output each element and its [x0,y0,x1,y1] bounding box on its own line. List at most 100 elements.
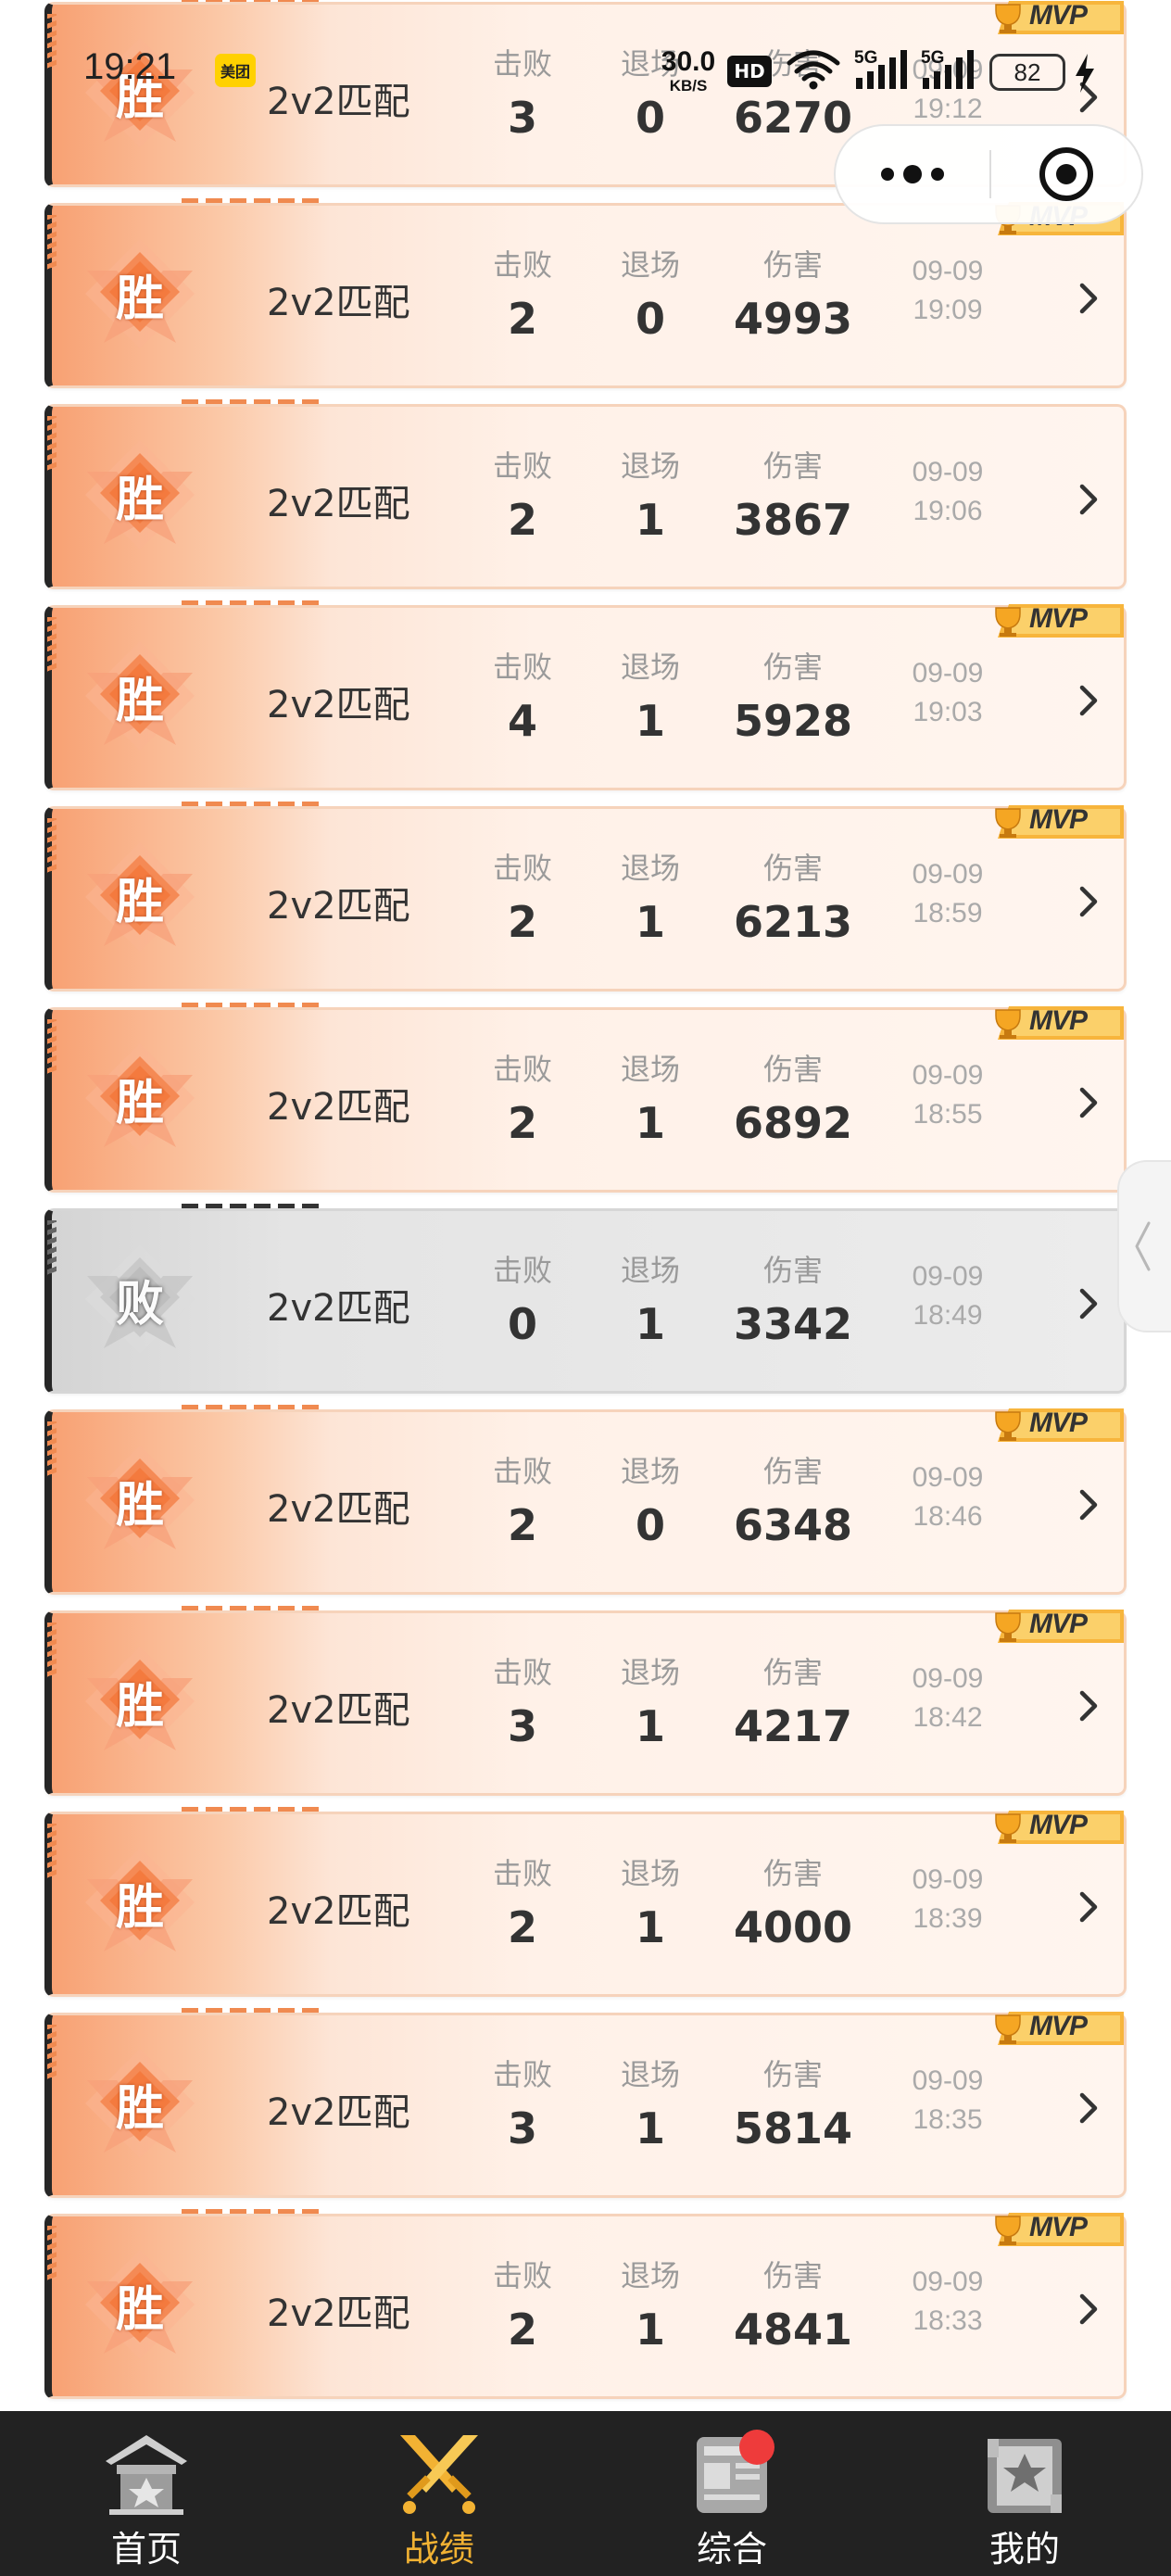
side-drawer-handle[interactable] [1117,1160,1171,1332]
card-top-dash-decoration [182,1003,321,1007]
match-datetime: 09-09 19:12 [897,51,999,129]
chevron-right-icon[interactable] [1071,1282,1108,1326]
damage-stat: 伤害 5928 [710,649,876,749]
kills-value: 2 [507,294,537,344]
kills-value: 2 [507,2305,537,2355]
damage-label: 伤害 [762,650,823,685]
card-side-stripe-decoration [47,2226,57,2281]
exits-label: 退场 [620,46,680,82]
chevron-right-icon[interactable] [1071,678,1108,723]
match-card-5[interactable]: 胜 2v2匹配 击败 2 退场 1 伤害 6213 09-09 18:59 MV… [44,802,1127,991]
exits-value: 0 [635,1500,665,1550]
damage-value: 3342 [733,1299,853,1349]
profile-card-icon [988,2439,1062,2513]
chevron-right-icon[interactable] [1071,2086,1108,2130]
match-mode-label: 2v2匹配 [267,1287,410,1330]
chevron-right-icon[interactable] [1071,1885,1108,1929]
damage-stat: 伤害 4993 [710,246,876,347]
close-miniprogram-button[interactable] [991,126,1141,222]
exits-label: 退场 [620,1253,680,1288]
mvp-badge: MVP [988,602,1124,639]
match-card-9[interactable]: 胜 2v2匹配 击败 3 退场 1 伤害 4217 09-09 18:42 MV… [44,1606,1127,1796]
match-time: 18:55 [913,1099,983,1130]
match-time: 18:49 [913,1300,983,1331]
exits-value: 1 [635,897,665,947]
match-mode-label: 2v2匹配 [267,282,410,324]
chevron-right-icon[interactable] [1071,75,1108,120]
mvp-badge: MVP [988,0,1124,36]
match-date: 09-09 [912,658,984,688]
nav-item-records[interactable]: 战绩 [293,2411,586,2576]
result-emblem: 胜 [80,837,200,957]
chevron-right-icon[interactable] [1071,1483,1108,1527]
result-text: 胜 [115,1477,164,1534]
card-top-dash-decoration [182,2008,321,2013]
nav-item-general[interactable]: 综合 [586,2411,878,2576]
match-card-7[interactable]: 败 2v2匹配 击败 0 退场 1 伤害 3342 09-09 18:49 [44,1204,1127,1394]
nav-item-profile[interactable]: 我的 [878,2411,1171,2576]
match-time: 19:03 [913,697,983,727]
kills-label: 击败 [492,1856,552,1891]
result-emblem: 败 [80,1239,200,1359]
exits-stat: 退场 1 [595,448,706,548]
damage-stat: 伤害 5814 [710,2056,876,2156]
exits-stat: 退场 1 [595,1051,706,1151]
damage-label: 伤害 [762,247,823,283]
damage-stat: 伤害 4000 [710,1855,876,1955]
chevron-right-icon[interactable] [1071,477,1108,522]
match-card-3[interactable]: 胜 2v2匹配 击败 2 退场 1 伤害 3867 09-09 19:06 [44,399,1127,589]
exits-stat: 退场 1 [595,649,706,749]
match-card-11[interactable]: 胜 2v2匹配 击败 3 退场 1 伤害 5814 09-09 18:35 MV… [44,2008,1127,2198]
chevron-right-icon[interactable] [1071,276,1108,321]
damage-stat: 伤害 4841 [710,2257,876,2357]
result-text: 胜 [115,472,164,528]
exits-stat: 退场 1 [595,2056,706,2156]
mvp-label: MVP [1029,2212,1088,2242]
nav-item-home[interactable]: 首页 [0,2411,293,2576]
card-top-dash-decoration [182,1405,321,1409]
match-datetime: 09-09 18:39 [897,1861,999,1938]
card-top-dash-decoration [182,198,321,203]
notification-dot [739,2430,774,2465]
kills-stat: 击败 2 [467,2257,578,2357]
card-side-stripe-decoration [47,1824,57,1879]
chevron-right-icon[interactable] [1071,1684,1108,1728]
kills-label: 击败 [492,247,552,283]
card-top-dash-decoration [182,399,321,404]
exits-label: 退场 [620,2057,680,2092]
damage-stat: 伤害 6892 [710,1051,876,1151]
card-top-dash-decoration [182,1807,321,1812]
match-mode-label: 2v2匹配 [267,2292,410,2335]
kills-stat: 击败 4 [467,649,578,749]
card-side-stripe-decoration [47,1019,57,1075]
exits-value: 0 [635,93,665,143]
chevron-right-icon[interactable] [1071,2287,1108,2331]
chevron-right-icon[interactable] [1071,879,1108,924]
exits-label: 退场 [620,851,680,886]
match-card-8[interactable]: 胜 2v2匹配 击败 2 退场 0 伤害 6348 09-09 18:46 MV… [44,1405,1127,1595]
kills-label: 击败 [492,1052,552,1087]
match-card-12[interactable]: 胜 2v2匹配 击败 2 退场 1 伤害 4841 09-09 18:33 MV… [44,2209,1127,2399]
match-card-6[interactable]: 胜 2v2匹配 击败 2 退场 1 伤害 6892 09-09 18:55 MV… [44,1003,1127,1193]
result-text: 胜 [115,69,164,126]
kills-label: 击败 [492,650,552,685]
match-card-4[interactable]: 胜 2v2匹配 击败 4 退场 1 伤害 5928 09-09 19:03 MV… [44,600,1127,790]
match-time: 19:06 [913,496,983,526]
match-mode-label: 2v2匹配 [267,1890,410,1933]
more-options-button[interactable] [836,126,989,222]
exits-label: 退场 [620,2258,680,2293]
match-date: 09-09 [912,1663,984,1694]
match-card-2[interactable]: 胜 2v2匹配 击败 2 退场 0 伤害 4993 09-09 19:09 [44,198,1127,388]
result-emblem: 胜 [80,32,200,153]
match-date: 09-09 [912,1261,984,1292]
chevron-right-icon[interactable] [1071,1080,1108,1125]
exits-value: 0 [635,294,665,344]
kills-stat: 击败 2 [467,850,578,950]
kills-stat: 击败 2 [467,1453,578,1553]
kills-stat: 击败 2 [467,448,578,548]
match-datetime: 09-09 19:06 [897,453,999,531]
match-time: 18:59 [913,898,983,928]
kills-value: 3 [507,93,537,143]
exits-label: 退场 [620,1856,680,1891]
match-card-10[interactable]: 胜 2v2匹配 击败 2 退场 1 伤害 4000 09-09 18:39 MV… [44,1807,1127,1997]
